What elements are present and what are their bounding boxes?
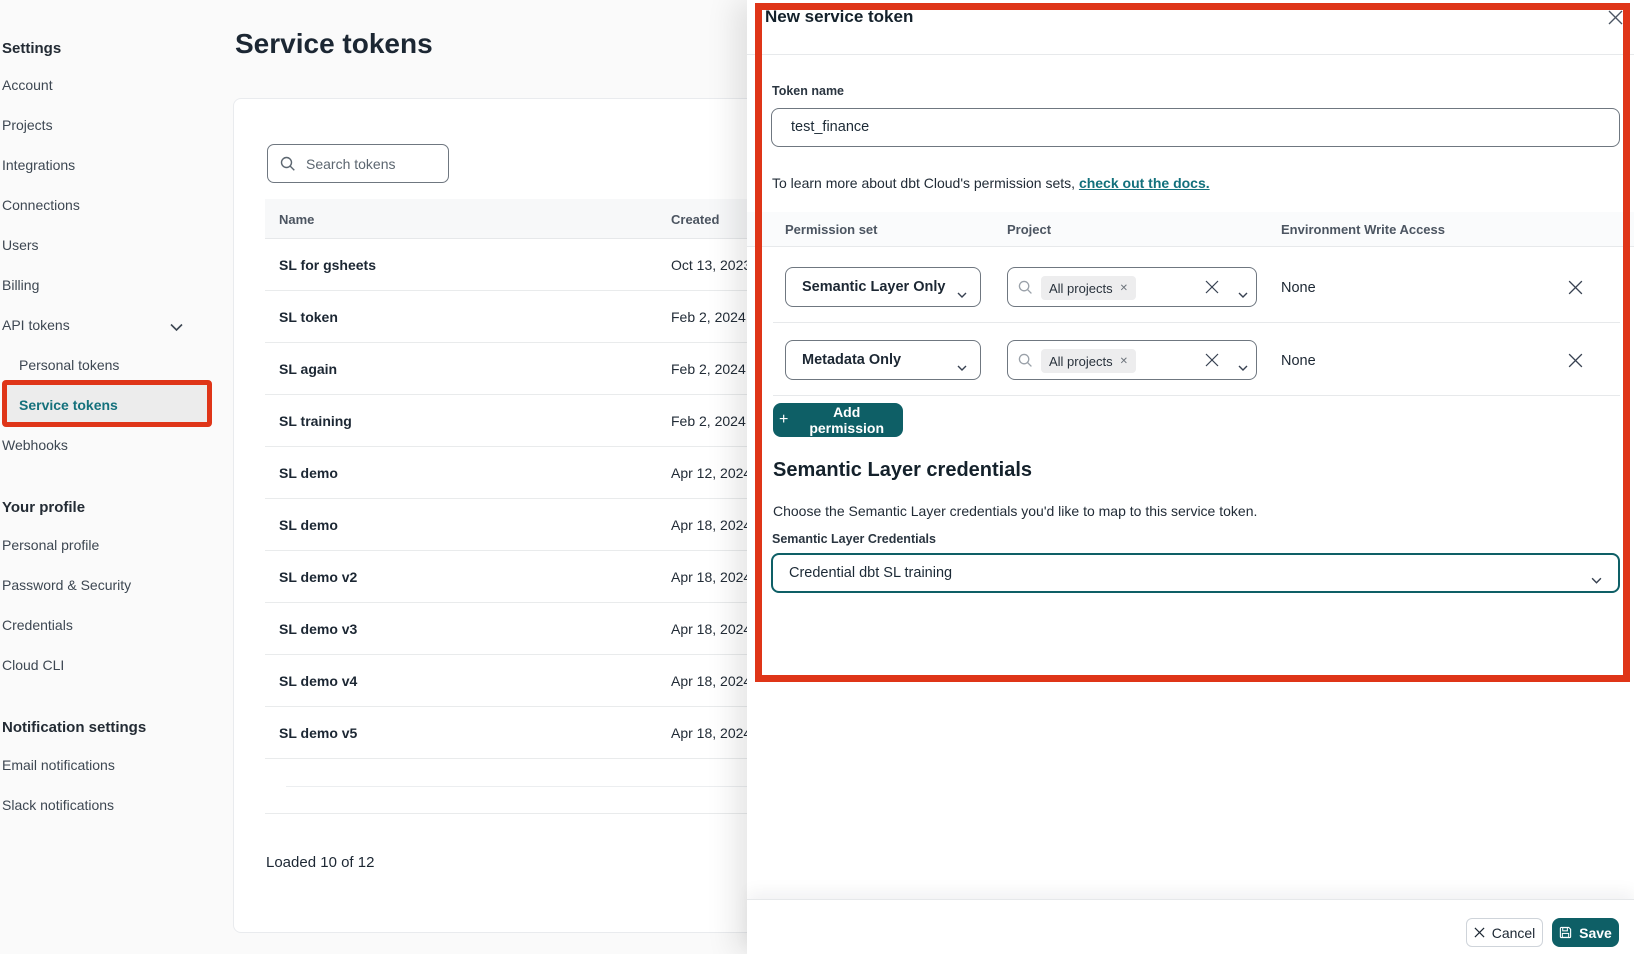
save-icon: [1559, 926, 1572, 939]
chevron-down-icon: [957, 285, 967, 303]
sidebar-heading-settings: Settings: [1, 29, 209, 67]
chevron-down-icon[interactable]: [1238, 285, 1248, 303]
sidebar-item-personal-profile[interactable]: Personal profile: [1, 526, 209, 564]
sidebar-item-projects[interactable]: Projects: [1, 106, 209, 144]
clear-selection-icon[interactable]: [1204, 352, 1220, 373]
sidebar-item-account[interactable]: Account: [1, 66, 209, 104]
project-combobox[interactable]: All projects ✕: [1007, 267, 1257, 307]
app-root: { "sidebar": { "heading_settings": "Sett…: [0, 0, 1634, 954]
chevron-down-icon: [1591, 571, 1602, 589]
permission-set-select[interactable]: Metadata Only: [785, 340, 981, 380]
clear-selection-icon[interactable]: [1204, 279, 1220, 300]
chip-remove-icon[interactable]: ✕: [1120, 283, 1128, 294]
column-header-created: Created: [671, 199, 719, 239]
sidebar-item-password-security[interactable]: Password & Security: [1, 566, 209, 604]
token-name-label: Token name: [772, 84, 844, 98]
remove-permission-icon[interactable]: [1563, 275, 1587, 299]
column-header-permission-set: Permission set: [785, 212, 878, 246]
column-header-env-write-access: Environment Write Access: [1281, 212, 1445, 246]
chevron-down-icon: [170, 319, 183, 335]
sidebar-item-cloud-cli[interactable]: Cloud CLI: [1, 646, 209, 684]
token-name-field[interactable]: [771, 108, 1620, 147]
permission-table-header: Permission set Project Environment Write…: [747, 212, 1634, 247]
token-name-input[interactable]: [789, 118, 1583, 136]
env-write-access-value: None: [1281, 280, 1316, 296]
column-header-name: Name: [279, 199, 314, 239]
docs-link[interactable]: check out the docs.: [1079, 175, 1210, 191]
docs-hint: To learn more about dbt Cloud's permissi…: [772, 175, 1210, 191]
sidebar-item-billing[interactable]: Billing: [1, 266, 209, 304]
project-tag-chip: All projects ✕: [1041, 349, 1136, 373]
sidebar-item-users[interactable]: Users: [1, 226, 209, 264]
remove-permission-icon[interactable]: [1563, 348, 1587, 372]
save-button[interactable]: Save: [1552, 918, 1619, 947]
docs-hint-text: To learn more about dbt Cloud's permissi…: [772, 175, 1079, 191]
search-icon: [1018, 280, 1033, 300]
credentials-select-label: Semantic Layer Credentials: [772, 532, 936, 546]
semantic-layer-credentials-heading: Semantic Layer credentials: [773, 459, 1032, 482]
permission-set-select[interactable]: Semantic Layer Only: [785, 267, 981, 307]
page-title: Service tokens: [235, 28, 433, 60]
search-tokens-box[interactable]: [267, 144, 449, 183]
plus-icon: +: [779, 411, 788, 429]
semantic-layer-credentials-description: Choose the Semantic Layer credentials yo…: [773, 503, 1257, 519]
column-header-project: Project: [1007, 212, 1051, 246]
loaded-status: Loaded 10 of 12: [266, 854, 374, 871]
close-icon[interactable]: [1604, 6, 1626, 28]
row-divider: [773, 322, 1620, 323]
add-permission-button[interactable]: + Add permission: [773, 403, 903, 437]
search-input[interactable]: [304, 155, 438, 173]
new-service-token-drawer: New service token Token name To learn mo…: [747, 0, 1634, 954]
sidebar-item-webhooks[interactable]: Webhooks: [1, 426, 209, 464]
project-combobox[interactable]: All projects ✕: [1007, 340, 1257, 380]
search-icon: [1018, 353, 1033, 373]
chevron-down-icon: [957, 358, 967, 376]
settings-sidebar: Settings Account Projects Integrations C…: [0, 0, 216, 954]
sidebar-item-api-tokens[interactable]: API tokens: [1, 306, 209, 344]
row-divider: [773, 395, 1620, 396]
sidebar-item-service-tokens[interactable]: Service tokens: [1, 386, 209, 424]
sidebar-item-email-notifications[interactable]: Email notifications: [1, 746, 209, 784]
drawer-title: New service token: [765, 7, 913, 27]
sidebar-item-connections[interactable]: Connections: [1, 186, 209, 224]
cancel-button[interactable]: Cancel: [1466, 918, 1543, 947]
sidebar-item-personal-tokens[interactable]: Personal tokens: [1, 346, 209, 384]
env-write-access-value: None: [1281, 353, 1316, 369]
sidebar-heading-your-profile: Your profile: [1, 488, 209, 526]
sidebar-heading-notification-settings: Notification settings: [1, 708, 209, 746]
chevron-down-icon[interactable]: [1238, 358, 1248, 376]
credentials-select[interactable]: Credential dbt SL training: [771, 553, 1620, 593]
chip-remove-icon[interactable]: ✕: [1120, 356, 1128, 367]
drawer-footer: Cancel Save: [747, 899, 1634, 954]
close-icon: [1474, 927, 1485, 938]
drawer-header: New service token: [747, 0, 1634, 55]
search-icon: [280, 156, 296, 172]
project-tag-chip: All projects ✕: [1041, 276, 1136, 300]
sidebar-item-credentials[interactable]: Credentials: [1, 606, 209, 644]
sidebar-item-integrations[interactable]: Integrations: [1, 146, 209, 184]
sidebar-item-slack-notifications[interactable]: Slack notifications: [1, 786, 209, 824]
